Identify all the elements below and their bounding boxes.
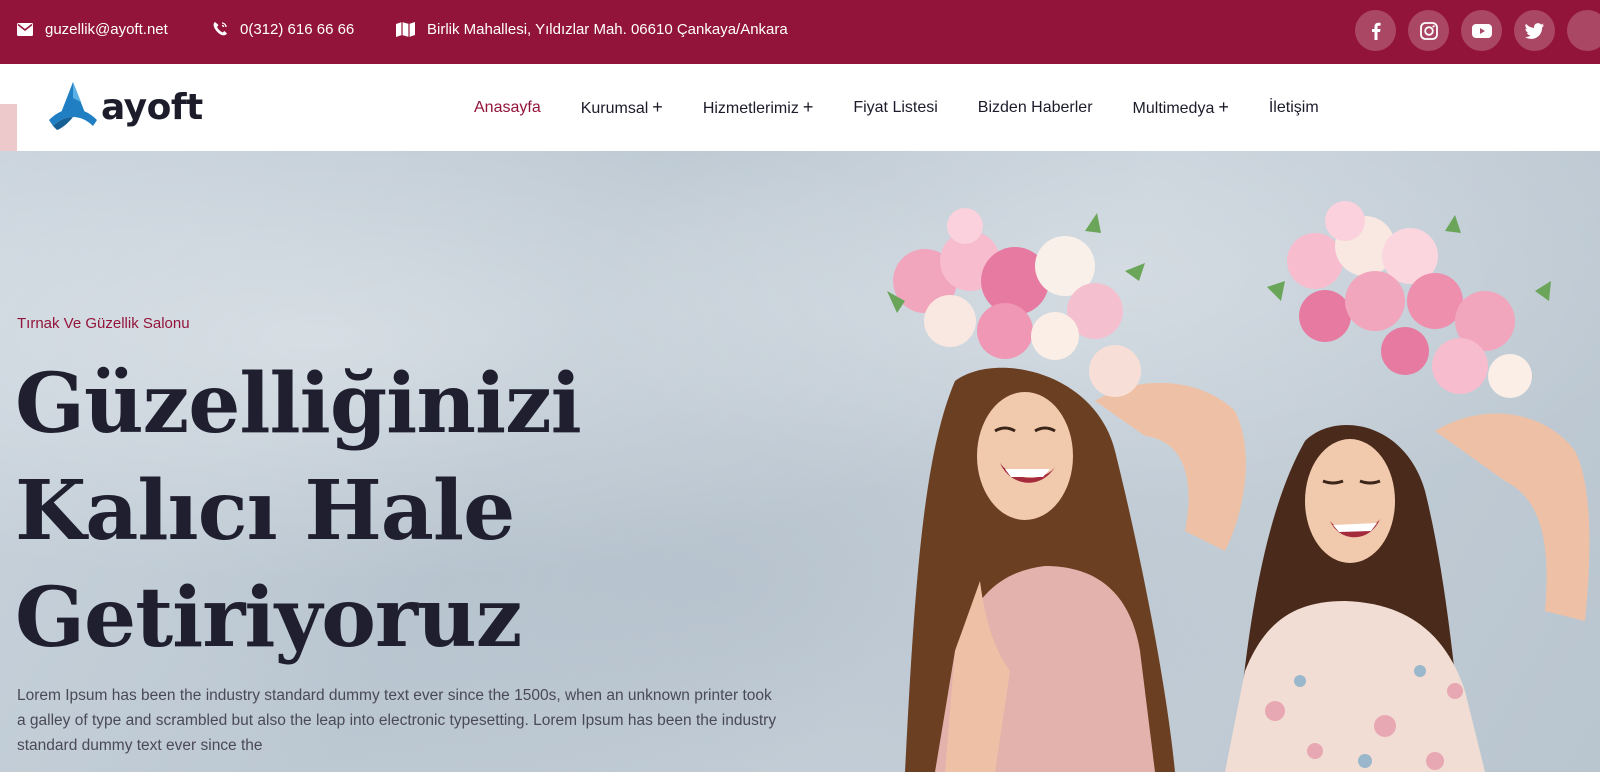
headline-line: Kalıcı Hale (15, 463, 515, 559)
nav-item-fiyat-listesi[interactable]: Fiyat Listesi (853, 99, 937, 117)
facebook-link[interactable] (1355, 10, 1396, 51)
expand-plus-icon: + (802, 97, 814, 117)
logo-text: ayoft (101, 86, 203, 128)
nav-label: Bizden Haberler (977, 98, 1093, 116)
nav-label: Anasayfa (474, 98, 541, 116)
nav-item-bizden-haberler[interactable]: Bizden Haberler (978, 99, 1093, 117)
nav-item-anasayfa[interactable]: Anasayfa (474, 99, 541, 117)
hero-photo (887, 201, 1590, 772)
contact-phone[interactable]: 0(312) 616 66 66 (212, 0, 354, 58)
site-logo[interactable]: ayoft (47, 82, 203, 132)
youtube-icon (1471, 23, 1492, 38)
hero-description: Lorem Ipsum has been the industry standa… (17, 687, 777, 754)
expand-plus-icon: + (652, 97, 663, 117)
nav-label: Multimedya (1132, 100, 1215, 117)
extra-social-link[interactable] (1567, 10, 1600, 51)
nav-item-hizmetlerimiz[interactable]: Hizmetlerimiz + (703, 97, 814, 118)
twitter-icon (1525, 22, 1544, 39)
twitter-link[interactable] (1514, 10, 1555, 51)
phone-icon (213, 22, 227, 36)
instagram-link[interactable] (1408, 10, 1449, 51)
main-header: ayoft Anasayfa Kurumsal + Hizmetlerimiz + … (17, 64, 1600, 151)
nav-item-iletisim[interactable]: İletişim (1269, 99, 1319, 117)
facebook-icon (1371, 22, 1381, 40)
hero-section: Tırnak Ve Güzellik Salonu Güzelliğinizi … (0, 151, 1600, 772)
map-icon (396, 21, 415, 37)
headline-line: Getiriyoruz (15, 570, 522, 666)
top-bar: guzellik@ayoft.net 0(312) 616 66 66 Birl… (0, 0, 1600, 64)
instagram-icon (1419, 21, 1438, 40)
contact-email[interactable]: guzellik@ayoft.net (17, 0, 168, 58)
nav-item-kurumsal[interactable]: Kurumsal + (581, 97, 663, 118)
phone-text: 0(312) 616 66 66 (240, 20, 355, 38)
envelope-icon (17, 22, 33, 36)
hero-kicker: Tırnak Ve Güzellik Salonu (17, 315, 190, 332)
expand-plus-icon: + (1218, 97, 1229, 117)
social-links (1355, 10, 1600, 51)
address-text: Birlik Mahallesi, Yıldızlar Mah. 06610 Ç… (427, 20, 788, 38)
nav-label: Hizmetlerimiz (702, 100, 799, 117)
main-nav: Anasayfa Kurumsal + Hizmetlerimiz + Fiyat … (474, 64, 1319, 151)
logo-mark-icon (49, 82, 97, 130)
hero-headline: Güzelliğinizi Kalıcı Hale Getiriyoruz (15, 351, 775, 672)
nav-label: İletişim (1268, 98, 1319, 116)
nav-item-multimedya[interactable]: Multimedya + (1133, 97, 1229, 118)
headline-line: Güzelliğinizi (15, 356, 582, 452)
youtube-link[interactable] (1461, 10, 1502, 51)
contact-address[interactable]: Birlik Mahallesi, Yıldızlar Mah. 06610 Ç… (396, 0, 788, 58)
email-text: guzellik@ayoft.net (45, 20, 168, 38)
side-accent (0, 104, 17, 151)
nav-label: Fiyat Listesi (853, 98, 938, 116)
nav-label: Kurumsal (580, 100, 649, 117)
